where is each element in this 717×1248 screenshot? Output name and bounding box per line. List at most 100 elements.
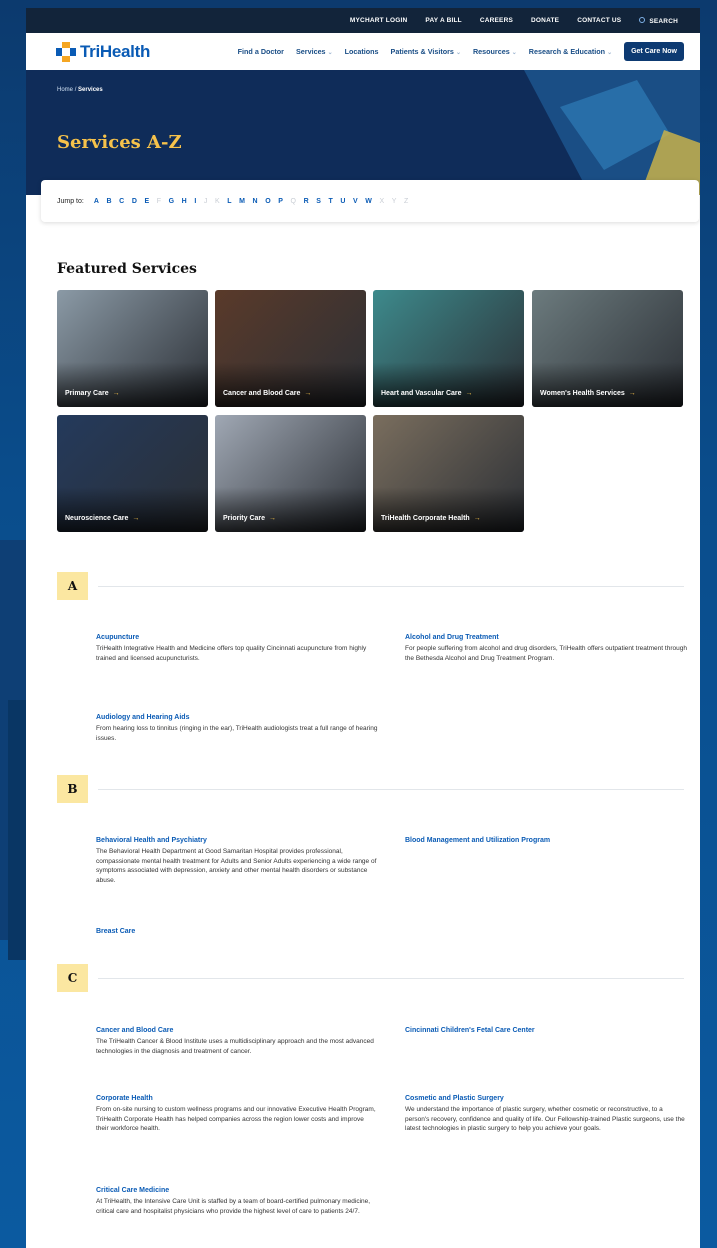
careers-link[interactable]: CAREERS: [480, 17, 513, 24]
mychart-login-link[interactable]: MYCHART LOGIN: [350, 17, 408, 24]
service-description: We understand the importance of plastic …: [405, 1106, 685, 1133]
jump-letter-p[interactable]: P: [278, 198, 283, 205]
nav-item-label: Patients & Visitors: [390, 47, 454, 56]
featured-card-title: Primary Care: [65, 390, 109, 397]
arrow-right-icon: →: [628, 390, 636, 397]
breadcrumb-home[interactable]: Home: [57, 87, 73, 93]
featured-card-label: Primary Care →: [65, 390, 120, 397]
nav-item-locations[interactable]: Locations: [345, 47, 379, 56]
featured-card[interactable]: Heart and Vascular Care →: [373, 290, 524, 407]
service-entry: Alcohol and Drug Treatment For people suf…: [405, 634, 687, 663]
donate-link[interactable]: DONATE: [531, 17, 559, 24]
service-link[interactable]: Corporate Health: [96, 1095, 378, 1102]
nav-item-label: Find a Doctor: [237, 47, 284, 56]
search-link[interactable]: SEARCH: [639, 16, 678, 25]
featured-card[interactable]: TriHealth Corporate Health →: [373, 415, 524, 532]
background-accent: [8, 700, 26, 960]
featured-card[interactable]: Neuroscience Care →: [57, 415, 208, 532]
page-title: Services A-Z: [57, 132, 182, 153]
service-link[interactable]: Alcohol and Drug Treatment: [405, 634, 687, 641]
service-description: The TriHealth Cancer & Blood Institute u…: [96, 1038, 374, 1055]
nav-item-research-education[interactable]: Research & Education ⌄: [529, 47, 612, 56]
chevron-down-icon: ⌄: [511, 50, 517, 56]
section-letter: A: [57, 572, 88, 600]
arrow-right-icon: →: [112, 390, 120, 397]
service-link[interactable]: Breast Care: [96, 928, 378, 935]
featured-card[interactable]: Women's Health Services →: [532, 290, 683, 407]
jump-to-bar: Jump to: A BC DEFG HIJKL M NO PQ RST U VWXYZ: [41, 180, 699, 222]
divider: [98, 978, 684, 979]
divider: [98, 586, 684, 587]
featured-card[interactable]: Priority Care →: [215, 415, 366, 532]
section-header: B: [57, 775, 684, 803]
jump-letter-b[interactable]: B: [107, 198, 112, 205]
service-link[interactable]: Cosmetic and Plastic Surgery: [405, 1095, 687, 1102]
jump-letter-s[interactable]: S: [316, 198, 321, 205]
service-description: From hearing loss to tinnitus (ringing i…: [96, 725, 378, 742]
jump-letter-t[interactable]: T: [328, 198, 332, 205]
jump-letter-y: Y: [391, 197, 397, 205]
jump-letter-r[interactable]: R: [304, 198, 309, 205]
nav-item-services[interactable]: Services ⌄: [296, 47, 333, 56]
jump-letter-w[interactable]: W: [365, 198, 372, 205]
jump-letter-v[interactable]: V: [353, 198, 358, 205]
section-header: A: [57, 572, 684, 600]
jump-letter-j: J: [203, 197, 208, 205]
nav-links: Find a Doctor Services ⌄ Locations Patients …: [238, 47, 612, 56]
jump-letter-a[interactable]: A: [94, 198, 99, 205]
nav-item-label: Locations: [344, 47, 379, 56]
service-entry: Breast Care: [96, 928, 378, 938]
service-entry: Blood Management and Utilization Program: [405, 837, 687, 847]
service-link[interactable]: Blood Management and Utilization Program: [405, 837, 687, 844]
pay-bill-link[interactable]: PAY A BILL: [425, 17, 461, 24]
service-link[interactable]: Critical Care Medicine: [96, 1187, 378, 1194]
featured-services-heading: Featured Services: [57, 261, 197, 277]
jump-letter-g[interactable]: G: [169, 198, 174, 205]
service-link[interactable]: Acupuncture: [96, 634, 378, 641]
jump-letter-x: X: [379, 197, 385, 205]
service-entry: Behavioral Health and Psychiatry The Beha…: [96, 837, 378, 885]
featured-card[interactable]: Cancer and Blood Care →: [215, 290, 366, 407]
logo[interactable]: TriHealth: [56, 41, 151, 62]
get-care-now-button[interactable]: Get Care Now: [624, 42, 684, 61]
section-letter: B: [57, 775, 88, 803]
jump-letter-u[interactable]: U: [340, 198, 345, 205]
jump-letter-o[interactable]: O: [265, 198, 270, 205]
jump-to-label: Jump to:: [57, 197, 84, 205]
service-entry: Cincinnati Children's Fetal Care Center: [405, 1027, 687, 1037]
page: MYCHART LOGIN PAY A BILL CAREERS DONATE …: [26, 8, 700, 1248]
jump-letter-h[interactable]: H: [182, 198, 187, 205]
jump-letter-l[interactable]: L: [227, 198, 231, 205]
jump-letter-i[interactable]: I: [194, 198, 196, 205]
trihealth-cross-icon: [56, 41, 76, 62]
service-link[interactable]: Cincinnati Children's Fetal Care Center: [405, 1027, 687, 1034]
service-link[interactable]: Cancer and Blood Care: [96, 1027, 378, 1034]
service-link[interactable]: Audiology and Hearing Aids: [96, 714, 378, 721]
section-header: C: [57, 964, 684, 992]
logo-text: TriHealth: [80, 41, 151, 61]
nav-item-find-a-doctor[interactable]: Find a Doctor: [238, 47, 284, 56]
featured-card-title: TriHealth Corporate Health: [381, 515, 470, 522]
featured-card[interactable]: Primary Care →: [57, 290, 208, 407]
jump-letter-e[interactable]: E: [144, 198, 149, 205]
divider: [98, 789, 684, 790]
nav-item-label: Resources: [472, 47, 510, 56]
chevron-down-icon: ⌄: [607, 50, 613, 56]
jump-letter-d[interactable]: D: [132, 198, 137, 205]
arrow-right-icon: →: [132, 515, 140, 522]
chevron-down-icon: ⌄: [455, 50, 461, 56]
service-entry: Audiology and Hearing Aids From hearing l…: [96, 714, 378, 743]
hero-banner: Home / Services Services A-Z: [26, 70, 700, 195]
contact-us-link[interactable]: CONTACT US: [577, 17, 621, 24]
featured-card-label: TriHealth Corporate Health →: [381, 515, 481, 522]
nav-item-label: Services: [295, 47, 326, 56]
service-link[interactable]: Behavioral Health and Psychiatry: [96, 837, 378, 844]
jump-letter-m[interactable]: M: [239, 198, 245, 205]
nav-item-resources[interactable]: Resources ⌄: [473, 47, 517, 56]
jump-letter-c[interactable]: C: [119, 198, 124, 205]
nav-item-patients-visitors[interactable]: Patients & Visitors ⌄: [391, 47, 461, 56]
jump-letter-f: F: [156, 197, 162, 205]
jump-letter-n[interactable]: N: [253, 198, 258, 205]
service-description: For people suffering from alcohol and dr…: [405, 645, 687, 662]
search-icon: [639, 16, 646, 23]
